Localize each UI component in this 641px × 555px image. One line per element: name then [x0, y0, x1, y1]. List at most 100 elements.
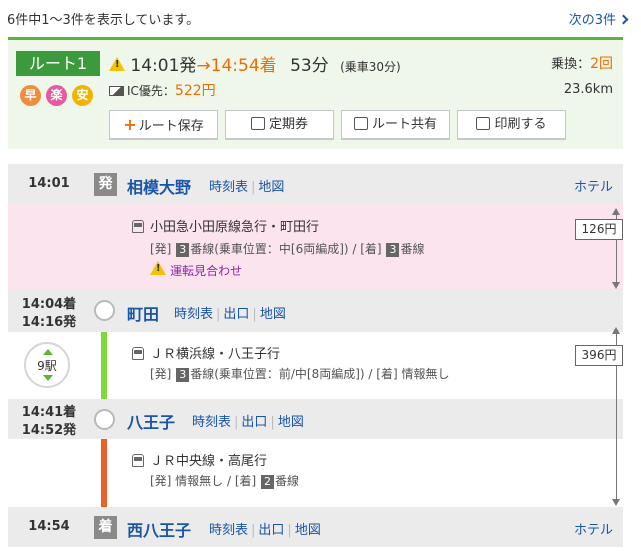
train-icon — [132, 220, 144, 233]
commuter-pass-icon — [250, 117, 265, 130]
arrow-symbol: → — [196, 56, 211, 76]
timetable-link[interactable]: 時刻表 — [209, 523, 248, 538]
platform-arr-suffix: 番線 — [275, 474, 300, 488]
ride-time: (乗車30分) — [340, 60, 401, 74]
print-label: 印刷する — [494, 117, 547, 132]
train-icon — [132, 347, 144, 360]
route-line-chuo — [101, 428, 107, 517]
platform-info: [発] 情報無し / [着] 2 番線 — [150, 472, 299, 489]
map-link[interactable]: 地図 — [295, 523, 321, 538]
leg-detail: 小田急小田原線急行・町田行 [発] 3 番線(乗車位置：中[6両編成]) / [着… — [8, 204, 623, 290]
station-time: 14:54 — [28, 519, 70, 534]
easy-icon: 楽 — [46, 85, 67, 106]
exit-link[interactable]: 出口 — [223, 307, 249, 322]
arrival-time: 14:41着 — [21, 405, 77, 420]
station-name[interactable]: 町田 — [127, 301, 159, 325]
fare-segment: 396円 — [575, 345, 623, 366]
chevron-down-icon — [43, 375, 53, 381]
chevron-right-icon — [618, 14, 629, 25]
platform-dep-prefix: [発] — [150, 367, 172, 381]
station-name[interactable]: 相模大野 — [127, 174, 191, 198]
fare-summary: IC優先：522円 — [109, 80, 216, 100]
platform-dep-suffix: 番線(乗車位置：中[6両編成]) / [着] — [190, 242, 382, 256]
commuter-pass-button[interactable]: 定期券 — [225, 110, 334, 140]
station-row: 14:54 着 西八王子 時刻表 | 出口 | 地図 ホテル — [8, 507, 623, 547]
arrival-time: 14:04着 — [21, 297, 77, 312]
stop-count-toggle[interactable]: 9駅 — [24, 342, 70, 388]
arrive-time: 14:54着 — [210, 56, 277, 76]
ic-card-icon — [109, 86, 124, 96]
next-page-label[interactable]: 次の3件 — [569, 13, 616, 28]
result-count: 6件中1〜3件を表示しています。 — [7, 13, 200, 28]
chevron-up-icon — [43, 349, 53, 355]
exit-link[interactable]: 出口 — [241, 415, 267, 430]
map-link[interactable]: 地図 — [260, 307, 286, 322]
train-name: 小田急小田原線急行・町田行 — [132, 216, 319, 235]
map-link[interactable]: 地図 — [258, 180, 284, 195]
platform-dep-prefix: [発] — [150, 242, 172, 256]
departure-time: 14:16発 — [21, 315, 77, 330]
map-link[interactable]: 地図 — [278, 415, 304, 430]
depart-time: 14:01発 — [130, 56, 197, 76]
share-route-label: ルート共有 — [371, 117, 437, 132]
platform-info: [発] 3 番線(乗車位置：前/中[8両編成]) / [着] 情報無し — [150, 365, 449, 382]
exit-link[interactable]: 出口 — [258, 523, 284, 538]
fast-icon: 早 — [20, 85, 41, 106]
platform-arr-suffix: 番線 — [400, 242, 425, 256]
stop-count: 9駅 — [37, 359, 57, 373]
train-label: ＪＲ中央線・高尾行 — [150, 454, 268, 469]
distance: 23.6km — [563, 82, 613, 97]
service-notice-label: 運転見合わせ — [170, 264, 243, 278]
hotel-link[interactable]: ホテル — [574, 519, 613, 538]
platform-number: 3 — [176, 368, 190, 382]
fare-range-arrow-down-icon — [612, 499, 620, 506]
timetable-link[interactable]: 時刻表 — [174, 307, 213, 322]
train-icon — [132, 454, 144, 467]
platform-number: 3 — [176, 243, 190, 257]
print-button[interactable]: 印刷する — [457, 110, 566, 140]
transfer-label: 乗換： — [551, 57, 591, 72]
save-route-label: ルート保存 — [138, 119, 204, 134]
station-name[interactable]: 西八王子 — [127, 517, 191, 541]
station-links: 時刻表 | 地図 — [209, 180, 285, 195]
transfer-value: 2回 — [590, 56, 613, 72]
warning-icon: ! — [150, 261, 166, 275]
route-summary: ルート1 早 楽 安 ! 14:01発→14:54着 53分 (乗車30分) I… — [8, 37, 623, 149]
platform-number: 2 — [261, 475, 275, 489]
platform-info: [発] 3 番線(乗車位置：中[6両編成]) / [着] 3 番線 — [150, 240, 424, 257]
duration: 53分 — [290, 56, 329, 76]
share-icon — [353, 117, 368, 130]
train-label: ＪＲ横浜線・八王子行 — [150, 347, 281, 362]
warning-icon: ! — [109, 57, 125, 71]
save-route-button[interactable]: + ルート保存 — [109, 110, 218, 140]
train-name: ＪＲ中央線・高尾行 — [132, 450, 267, 469]
next-page-link[interactable]: 次の3件 — [569, 9, 629, 28]
station-node — [94, 409, 115, 430]
timetable-link[interactable]: 時刻表 — [209, 180, 248, 195]
fare-segment: 126円 — [575, 219, 623, 240]
fare-total: 522円 — [174, 83, 216, 99]
service-notice[interactable]: ! 運転見合わせ — [150, 261, 242, 279]
timetable-link[interactable]: 時刻表 — [192, 415, 231, 430]
share-route-button[interactable]: ルート共有 — [341, 110, 450, 140]
station-links: 時刻表 | 出口 | 地図 — [174, 307, 286, 322]
platform-dep-suffix: 番線(乗車位置：前/中[8両編成]) / [着] 情報無し — [190, 367, 450, 381]
hotel-link[interactable]: ホテル — [574, 176, 613, 195]
station-row: 14:01 発 相模大野 時刻表 | 地図 ホテル — [8, 164, 623, 204]
station-time: 14:01 — [28, 176, 70, 191]
time-summary: ! 14:01発→14:54着 53分 (乗車30分) — [109, 51, 401, 76]
cheap-icon: 安 — [72, 85, 93, 106]
commuter-pass-label: 定期券 — [268, 117, 308, 132]
plus-icon: + — [123, 115, 137, 134]
station-links: 時刻表 | 出口 | 地図 — [192, 415, 304, 430]
transfer-count: 乗換：2回 — [551, 53, 613, 73]
route-badge: ルート1 — [16, 51, 100, 76]
printer-icon — [476, 117, 491, 130]
station-node — [94, 300, 115, 321]
fare-range-arrow-down-icon — [612, 282, 620, 289]
fare-prefix: IC優先： — [127, 84, 175, 98]
station-name[interactable]: 八王子 — [127, 409, 175, 433]
departure-time: 14:52発 — [21, 423, 77, 438]
depart-tag: 発 — [94, 173, 117, 196]
train-name: ＪＲ横浜線・八王子行 — [132, 343, 280, 362]
